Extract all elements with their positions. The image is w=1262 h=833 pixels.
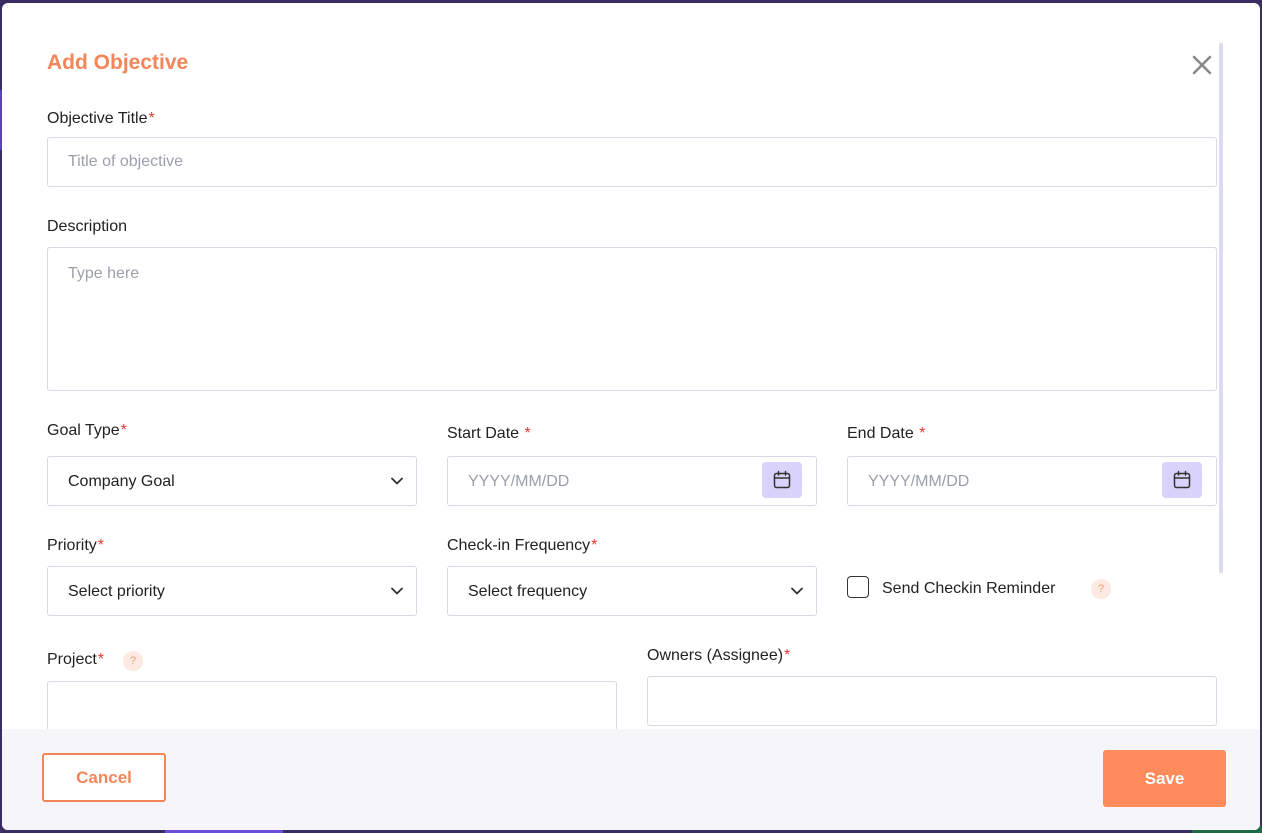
start-date-placeholder: YYYY/MM/DD [468,473,570,490]
checkin-frequency-select[interactable]: Select frequency [447,566,817,616]
start-date-input[interactable]: YYYY/MM/DD [447,456,817,506]
owners-select[interactable] [647,676,1217,726]
add-objective-modal: Add Objective Objective Title* Title of … [2,3,1260,830]
calendar-icon [1173,470,1191,489]
objective-title-input[interactable]: Title of objective [47,137,1217,187]
close-icon [1192,55,1212,75]
end-date-label: End Date * [847,425,926,442]
owners-label: Owners (Assignee)* [647,647,791,664]
cancel-button[interactable]: Cancel [42,753,166,802]
send-checkin-reminder-checkbox[interactable] [847,576,869,598]
scrollbar[interactable] [1219,43,1223,573]
help-icon[interactable]: ? [123,651,143,671]
chevron-down-icon [791,587,803,595]
start-date-label: Start Date * [447,425,531,442]
goal-type-value: Company Goal [68,473,175,490]
chevron-down-icon [391,587,403,595]
send-checkin-reminder-label[interactable]: Send Checkin Reminder [882,580,1055,598]
close-button[interactable] [1188,51,1216,79]
checkin-frequency-value: Select frequency [468,583,588,600]
modal-body[interactable]: Add Objective Objective Title* Title of … [2,3,1260,729]
description-placeholder: Type here [68,265,140,282]
chevron-down-icon [391,477,403,485]
end-date-calendar-button[interactable] [1162,462,1202,498]
goal-type-label: Goal Type* [47,422,127,439]
project-select[interactable] [47,681,617,729]
goal-type-select[interactable]: Company Goal [47,456,417,506]
objective-title-label: Objective Title* [47,110,155,127]
checkin-frequency-label: Check-in Frequency* [447,537,598,554]
end-date-input[interactable]: YYYY/MM/DD [847,456,1217,506]
priority-select[interactable]: Select priority [47,566,417,616]
description-textarea[interactable]: Type here [47,247,1217,391]
help-icon[interactable]: ? [1091,579,1111,599]
objective-title-placeholder: Title of objective [68,153,184,170]
description-label: Description [47,218,128,235]
calendar-icon [773,470,791,489]
priority-label: Priority* [47,537,105,554]
save-button[interactable]: Save [1103,750,1226,807]
project-label: Project* [47,651,105,668]
modal-title: Add Objective [47,51,189,74]
end-date-placeholder: YYYY/MM/DD [868,473,970,490]
modal-footer: Cancel Save [2,729,1260,830]
priority-value: Select priority [68,583,165,600]
start-date-calendar-button[interactable] [762,462,802,498]
